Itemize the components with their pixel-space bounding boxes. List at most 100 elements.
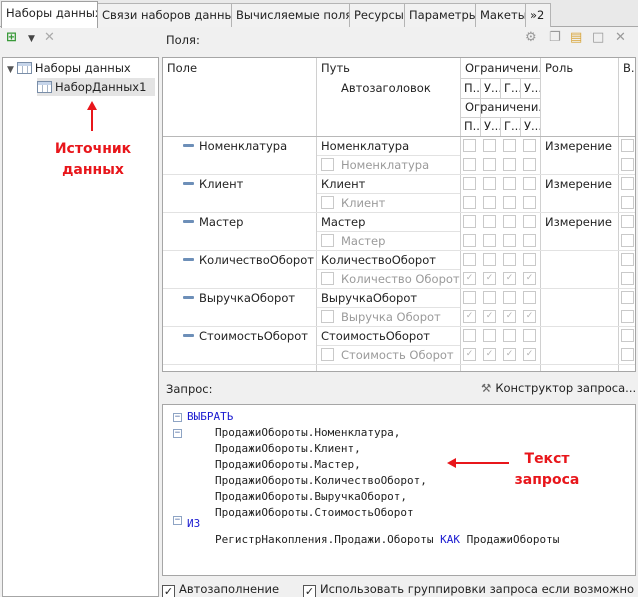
restrict-checkbox[interactable]	[483, 234, 496, 247]
field-name[interactable]: Мастер	[179, 213, 316, 231]
extra-checkbox[interactable]	[621, 310, 634, 323]
extra-checkbox[interactable]	[621, 234, 634, 247]
col-autoheader[interactable]: Автозаголовок	[337, 79, 460, 97]
delete-icon[interactable]: ✕	[44, 31, 55, 45]
add-dataset-icon[interactable]: ⊞	[6, 31, 17, 45]
restrict-checkbox[interactable]: ✓	[463, 348, 476, 361]
restrict-checkbox[interactable]	[503, 291, 516, 304]
restrict-checkbox[interactable]: ✓	[463, 272, 476, 285]
use-grouping-checkbox[interactable]: ✓ Использовать группировки запроса если в…	[303, 581, 634, 597]
delete-field-icon[interactable]: ✕	[615, 31, 626, 45]
restrict-checkbox[interactable]	[483, 329, 496, 342]
restrict-checkbox[interactable]	[463, 234, 476, 247]
restrict-checkbox[interactable]	[503, 215, 516, 228]
restrict-checkbox[interactable]	[483, 291, 496, 304]
dropdown-arrow-icon[interactable]: ▼	[28, 32, 35, 46]
restrict-checkbox[interactable]	[523, 158, 536, 171]
restrict-checkbox[interactable]	[523, 329, 536, 342]
restrict-checkbox[interactable]: ✓	[503, 310, 516, 323]
restrict-checkbox[interactable]: ✓	[523, 272, 536, 285]
restrict-checkbox[interactable]: ✓	[483, 310, 496, 323]
restrict-checkbox[interactable]	[463, 139, 476, 152]
col-path[interactable]: Путь	[317, 59, 460, 77]
restrict-checkbox[interactable]	[503, 253, 516, 266]
field-path[interactable]: Номенклатура	[317, 137, 460, 155]
extra-checkbox[interactable]	[621, 253, 634, 266]
restrict-checkbox[interactable]: ✓	[523, 310, 536, 323]
tree-item-dataset1[interactable]: НаборДанных1	[37, 78, 155, 96]
restrict-checkbox[interactable]	[503, 177, 516, 190]
sub-col-7[interactable]: Г...	[501, 117, 520, 135]
extra-checkbox[interactable]	[621, 272, 634, 285]
field-title[interactable]: Количество Оборот	[337, 270, 460, 288]
restrict-checkbox[interactable]	[483, 196, 496, 209]
tab-dataset-links[interactable]: Связи наборов данных	[97, 3, 232, 27]
restrict-checkbox[interactable]	[463, 158, 476, 171]
copy-icon[interactable]: ❐	[549, 31, 561, 45]
field-name[interactable]: КоличествоОборот	[179, 251, 316, 269]
sub-col-1[interactable]: П...	[461, 79, 480, 97]
field-title[interactable]: Мастер	[337, 232, 460, 250]
autoheader-checkbox[interactable]	[321, 158, 334, 171]
tab-datasets[interactable]: Наборы данных	[1, 1, 98, 28]
restrict-checkbox[interactable]	[483, 177, 496, 190]
sub-col-2[interactable]: У...	[481, 79, 500, 97]
restrict-checkbox[interactable]	[523, 196, 536, 209]
restrict-checkbox[interactable]	[483, 158, 496, 171]
field-title[interactable]: Клиент	[337, 194, 460, 212]
autoheader-checkbox[interactable]	[321, 348, 334, 361]
extra-checkbox[interactable]	[621, 329, 634, 342]
restrict-checkbox[interactable]	[523, 139, 536, 152]
restrict-checkbox[interactable]	[463, 196, 476, 209]
field-title[interactable]: Стоимость Оборот	[337, 346, 460, 364]
restrict-checkbox[interactable]	[483, 253, 496, 266]
field-path[interactable]: Клиент	[317, 175, 460, 193]
tab-more[interactable]: »2	[525, 3, 551, 27]
restrict-checkbox[interactable]: ✓	[503, 272, 516, 285]
field-name[interactable]: Номенклатура	[179, 137, 316, 155]
tab-resources[interactable]: Ресурсы	[349, 3, 405, 27]
restrict-checkbox[interactable]	[523, 234, 536, 247]
sub-col-6[interactable]: У...	[481, 117, 500, 135]
sub-col-8[interactable]: У...	[521, 117, 540, 135]
restrict-checkbox[interactable]: ✓	[483, 272, 496, 285]
autoheader-checkbox[interactable]	[321, 196, 334, 209]
autofill-checkbox[interactable]: ✓ Автозаполнение	[162, 581, 279, 597]
query-constructor-button[interactable]: ⚒ Конструктор запроса...	[481, 379, 636, 397]
field-title[interactable]: Выручка Оборот	[337, 308, 460, 326]
restrict-checkbox[interactable]	[483, 139, 496, 152]
col-restrict[interactable]: Ограничени...	[461, 59, 540, 77]
sub-col-4[interactable]: У...	[521, 79, 540, 97]
restrict-checkbox[interactable]: ✓	[483, 348, 496, 361]
field-path[interactable]: ВыручкаОборот	[317, 289, 460, 307]
add-folder-icon[interactable]: ▤	[570, 31, 582, 45]
field-role[interactable]: Измерение	[541, 175, 618, 193]
extra-checkbox[interactable]	[621, 196, 634, 209]
field-name[interactable]: Клиент	[179, 175, 316, 193]
autoheader-checkbox[interactable]	[321, 310, 334, 323]
fold-icon[interactable]: −	[173, 413, 182, 422]
extra-checkbox[interactable]	[621, 177, 634, 190]
autoheader-checkbox[interactable]	[321, 234, 334, 247]
sub-col-3[interactable]: Г...	[501, 79, 520, 97]
tree-root[interactable]: ▼ Наборы данных	[7, 59, 131, 77]
field-name[interactable]: СтоимостьОборот	[179, 327, 316, 345]
extra-checkbox[interactable]	[621, 215, 634, 228]
restrict-checkbox[interactable]	[463, 215, 476, 228]
restrict-checkbox[interactable]	[523, 291, 536, 304]
restrict-checkbox[interactable]	[523, 215, 536, 228]
settings-icon[interactable]: ⚙	[525, 31, 537, 45]
collapse-icon[interactable]: ▼	[7, 65, 14, 75]
tab-calculated-fields[interactable]: Вычисляемые поля	[231, 3, 350, 27]
col-extra[interactable]: В...	[619, 59, 635, 77]
field-path[interactable]: СтоимостьОборот	[317, 327, 460, 345]
restrict-checkbox[interactable]	[503, 329, 516, 342]
field-path[interactable]: Мастер	[317, 213, 460, 231]
restrict-checkbox[interactable]	[503, 139, 516, 152]
field-title[interactable]: Номенклатура	[337, 156, 460, 174]
field-path[interactable]: КоличествоОборот	[317, 251, 460, 269]
extra-checkbox[interactable]	[621, 348, 634, 361]
field-role[interactable]: Измерение	[541, 137, 618, 155]
restrict-checkbox[interactable]	[463, 329, 476, 342]
extra-checkbox[interactable]	[621, 291, 634, 304]
